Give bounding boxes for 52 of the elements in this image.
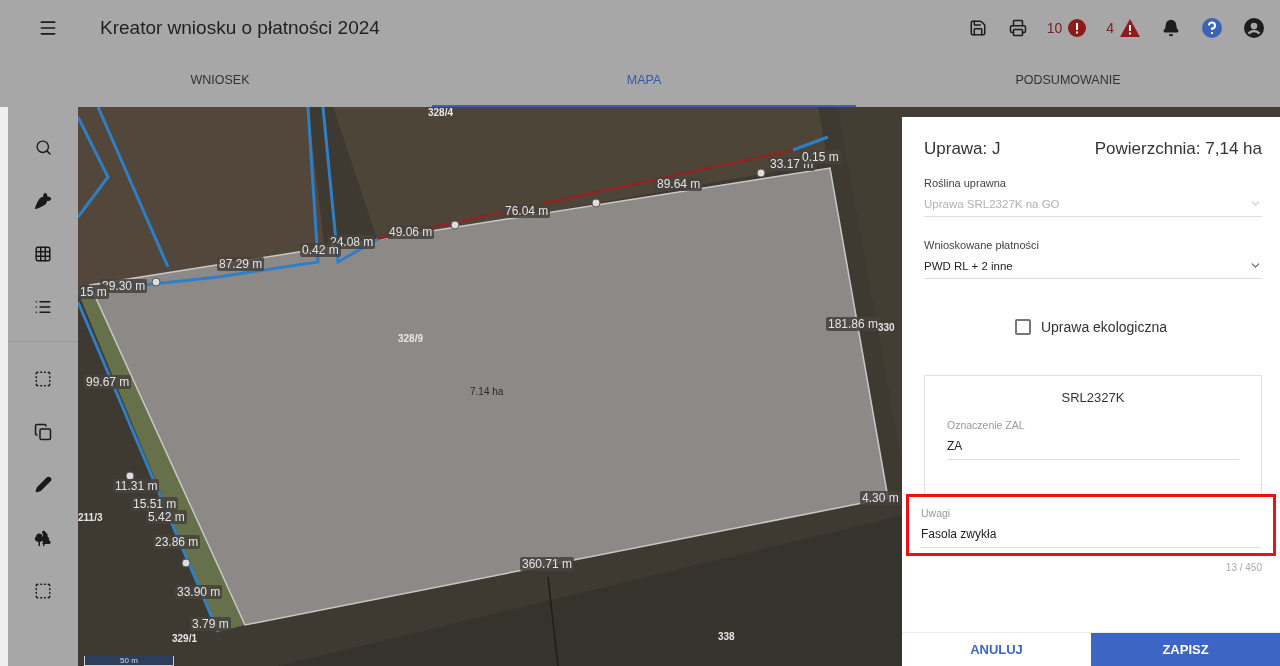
- map-label: 11.31 m: [113, 479, 160, 493]
- map-label: 24.08 m: [328, 235, 376, 249]
- map-label: 338: [718, 631, 735, 642]
- map-label: 76.04 m: [503, 204, 551, 218]
- map-label: 15.51 m: [131, 497, 179, 511]
- bell-icon[interactable]: [1162, 18, 1180, 37]
- warning-count: 4: [1106, 19, 1114, 36]
- print-button[interactable]: [1008, 18, 1027, 37]
- save-button[interactable]: [968, 18, 987, 37]
- search-icon: [34, 139, 52, 156]
- tab[interactable]: PODSUMOWANIE: [856, 55, 1280, 107]
- map-label: 49.06 m: [387, 225, 435, 239]
- map-label: 329/1: [172, 633, 198, 644]
- input-field[interactable]: Fasola zwykła: [921, 527, 1261, 548]
- map-label: 328/4: [428, 107, 454, 118]
- map-label: 99.67 m: [84, 375, 132, 389]
- map-label: 3.79 m: [190, 617, 231, 631]
- crop-title: Uprawa: J: [924, 139, 1001, 159]
- checkbox-label: Uprawa ekologiczna: [1040, 319, 1168, 335]
- map-label: 0.42 m: [300, 243, 341, 257]
- map-label: 7.14 ha: [470, 386, 504, 397]
- map-label: 23.86 m: [153, 535, 201, 549]
- help-icon[interactable]: [1202, 17, 1222, 38]
- map-label: 89.64 m: [655, 177, 703, 191]
- scale-bar: 50 m: [84, 656, 174, 666]
- field-label: Uwagi: [921, 507, 952, 519]
- card-title: SRL2327K: [1060, 390, 1126, 405]
- map-label: 87.29 m: [217, 257, 265, 271]
- select-field[interactable]: PWD RL + 2 inne: [924, 259, 1262, 279]
- error-count: 10: [1046, 19, 1063, 36]
- input-field[interactable]: ZA: [947, 439, 1239, 460]
- printer-icon: [1008, 18, 1027, 37]
- tab[interactable]: WNIOSEK: [8, 55, 432, 107]
- field-label: Roślina uprawna: [924, 177, 1007, 189]
- map-label: 360.71 m: [520, 557, 575, 571]
- save-button[interactable]: ZAPISZ: [1091, 633, 1280, 666]
- error-icon: [1068, 18, 1087, 37]
- field-label: Oznaczenie ZAL: [947, 419, 1026, 431]
- map-label: 33.90 m: [175, 585, 223, 599]
- warning-icon: [1120, 18, 1140, 37]
- map-label: 330: [878, 322, 895, 333]
- map-label: 211/3: [78, 512, 103, 523]
- field-label: Wnioskowane płatności: [924, 239, 1040, 251]
- map-label: 5.42 m: [146, 510, 187, 524]
- area-title: Powierzchnia: 7,14 ha: [1094, 139, 1262, 159]
- checkbox[interactable]: [1014, 319, 1031, 335]
- app-title: Kreator wniosku o płatności 2024: [100, 16, 381, 39]
- char-counter: 13 / 450: [1225, 562, 1262, 573]
- map-label: 328/9: [398, 333, 424, 344]
- map-label: 0.15 m: [800, 150, 841, 164]
- account-icon[interactable]: [1244, 17, 1264, 38]
- map-label: 4.30 m: [860, 491, 901, 505]
